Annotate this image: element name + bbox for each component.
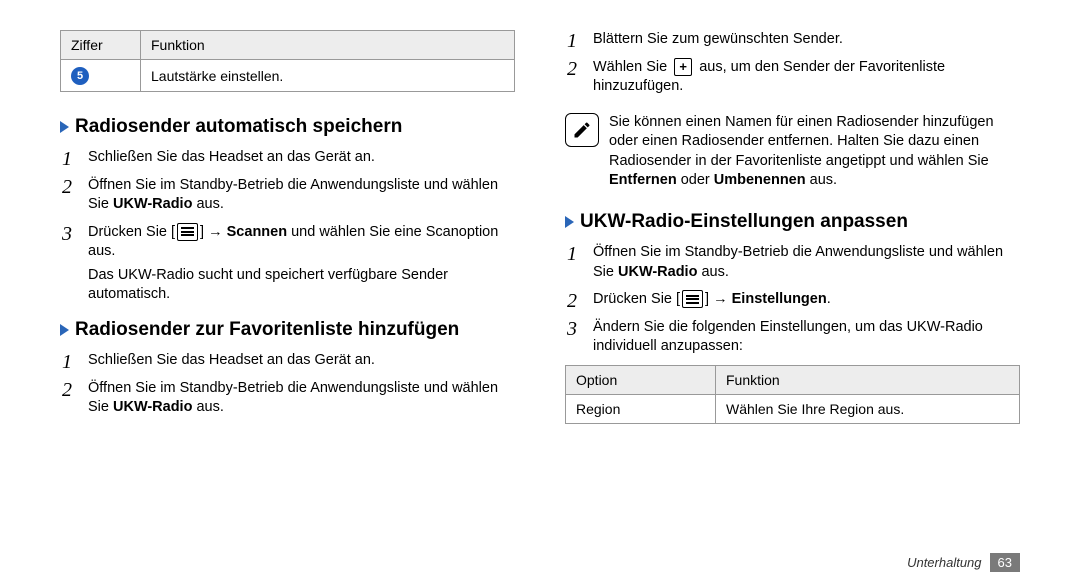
number-badge-5: 5 bbox=[71, 67, 89, 85]
steps-settings: Öffnen Sie im Standby-Betrieb die Anwend… bbox=[565, 243, 1020, 365]
pencil-note-icon bbox=[565, 113, 599, 147]
left-column: Ziffer Funktion 5 Lautstärke einstellen.… bbox=[60, 30, 515, 540]
menu-icon bbox=[682, 290, 703, 308]
page-footer: Unterhaltung 63 bbox=[907, 553, 1020, 572]
right-column: Blättern Sie zum gewünschten Sender. Wäh… bbox=[565, 30, 1020, 540]
th-ziffer: Ziffer bbox=[61, 31, 141, 60]
step: Drücken Sie [] → Scannen und wählen Sie … bbox=[60, 223, 515, 305]
options-table: Option Funktion Region Wählen Sie Ihre R… bbox=[565, 365, 1020, 424]
cell-region-desc: Wählen Sie Ihre Region aus. bbox=[716, 394, 1020, 423]
step: Öffnen Sie im Standby-Betrieb die Anwend… bbox=[60, 176, 515, 215]
th-funktion: Funktion bbox=[716, 365, 1020, 394]
chevron-right-icon bbox=[60, 121, 69, 133]
steps-favorites-right: Blättern Sie zum gewünschten Sender. Wäh… bbox=[565, 30, 1020, 105]
chevron-right-icon bbox=[565, 216, 574, 228]
steps-auto-save: Schließen Sie das Headset an das Gerät a… bbox=[60, 148, 515, 313]
note-text: Sie können einen Namen für einen Radiose… bbox=[609, 113, 1020, 191]
th-funktion: Funktion bbox=[141, 31, 515, 60]
step: Öffnen Sie im Standby-Betrieb die Anwend… bbox=[60, 379, 515, 418]
cell-region: Region bbox=[566, 394, 716, 423]
menu-icon bbox=[177, 223, 198, 241]
th-option: Option bbox=[566, 365, 716, 394]
step: Ändern Sie die folgenden Einstellungen, … bbox=[565, 318, 1020, 357]
step: Schließen Sie das Headset an das Gerät a… bbox=[60, 351, 515, 371]
step: Blättern Sie zum gewünschten Sender. bbox=[565, 30, 1020, 50]
manual-page: Ziffer Funktion 5 Lautstärke einstellen.… bbox=[0, 0, 1080, 540]
cell-volume: Lautstärke einstellen. bbox=[141, 60, 515, 92]
heading-favorites: Radiosender zur Favoritenliste hinzufüge… bbox=[60, 319, 515, 341]
page-number: 63 bbox=[990, 553, 1020, 572]
step: Drücken Sie [] → Einstellungen. bbox=[565, 290, 1020, 310]
note-box: Sie können einen Namen für einen Radiose… bbox=[565, 113, 1020, 191]
step: Schließen Sie das Headset an das Gerät a… bbox=[60, 148, 515, 168]
heading-auto-save: Radiosender automatisch speichern bbox=[60, 116, 515, 138]
cell-badge: 5 bbox=[61, 60, 141, 92]
chevron-right-icon bbox=[60, 324, 69, 336]
plus-icon: + bbox=[674, 58, 692, 76]
footer-section: Unterhaltung bbox=[907, 555, 981, 570]
steps-favorites-left: Schließen Sie das Headset an das Gerät a… bbox=[60, 351, 515, 426]
step: Öffnen Sie im Standby-Betrieb die Anwend… bbox=[565, 243, 1020, 282]
step: Wählen Sie + aus, um den Sender der Favo… bbox=[565, 58, 1020, 97]
ziffer-table: Ziffer Funktion 5 Lautstärke einstellen. bbox=[60, 30, 515, 92]
heading-settings: UKW-Radio-Einstellungen anpassen bbox=[565, 211, 1020, 233]
